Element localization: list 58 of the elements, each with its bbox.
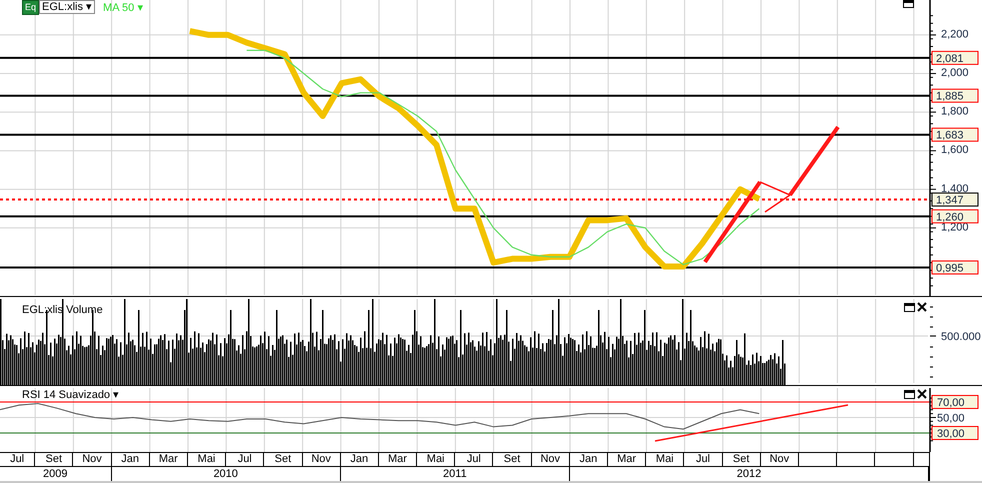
- symbol-badge: Eq: [22, 0, 40, 14]
- axis-label: 2,200: [941, 28, 969, 40]
- ref-line-label: 1,260: [936, 211, 964, 224]
- price-label: 1,260: [932, 209, 978, 224]
- month-label: Jan: [121, 453, 140, 465]
- month-label: Nov: [770, 453, 790, 465]
- month-label: Mar: [388, 453, 407, 465]
- month-label: Mai: [198, 453, 216, 465]
- close-icon[interactable]: [917, 302, 927, 312]
- rsi-label: 30,00: [932, 426, 978, 440]
- month-label: Set: [46, 453, 62, 465]
- y-tick-label: 30,00: [937, 428, 965, 440]
- maximize-icon[interactable]: [904, 303, 915, 312]
- year-label: 2012: [736, 468, 762, 480]
- month-label: Jul: [466, 453, 481, 465]
- month-label: Set: [274, 453, 292, 465]
- price-label: 1,683: [932, 128, 978, 142]
- month-label: Mai: [656, 453, 674, 465]
- close-icon[interactable]: [917, 389, 927, 399]
- month-label: Jan: [580, 453, 598, 465]
- ref-line-label: 0,995: [936, 262, 964, 274]
- ref-line-label: 1,347: [936, 194, 964, 207]
- month-label: Mai: [426, 453, 445, 465]
- axis-label: 1,400: [941, 182, 969, 195]
- symbol-dropdown[interactable]: EGL:xlis ▾: [39, 0, 96, 14]
- price-label: 1,347: [932, 192, 978, 207]
- month-label: Mar: [158, 453, 178, 465]
- axis-label: 2,000: [941, 67, 969, 80]
- year-label: 2010: [213, 468, 238, 480]
- axis-label: 50,00: [937, 412, 965, 424]
- month-label: Jan: [350, 453, 368, 465]
- price-label: 0,995: [932, 260, 978, 274]
- maximize-icon[interactable]: [903, 0, 914, 8]
- panel-title: EGL:xlis Volume: [22, 304, 103, 316]
- month-label: Jul: [696, 453, 710, 465]
- month-label: Nov: [82, 453, 102, 465]
- axis-label: 1,200: [941, 221, 969, 234]
- maximize-icon[interactable]: [904, 390, 915, 399]
- month-label: Jul: [238, 453, 252, 465]
- axis-label: 1,600: [941, 144, 969, 156]
- ref-line-label: 2,081: [936, 52, 964, 65]
- year-label: 2011: [443, 468, 467, 480]
- price-label: 1,885: [932, 88, 978, 103]
- year-label: 2009: [43, 468, 68, 480]
- month-label: Set: [504, 453, 520, 465]
- panel-title: RSI 14 Suavizado ▾: [22, 389, 120, 401]
- month-label: Nov: [540, 453, 560, 465]
- y-tick-label: 70,00: [937, 396, 965, 409]
- price-label: 2,081: [932, 50, 978, 65]
- month-label: Jul: [10, 453, 24, 465]
- month-label: Set: [732, 453, 750, 465]
- rsi-label: 70,00: [932, 394, 978, 409]
- month-label: Nov: [311, 453, 331, 465]
- ref-line-label: 1,683: [936, 130, 964, 142]
- axis-label: 500.000: [941, 331, 981, 343]
- ref-line-label: 1,885: [936, 90, 964, 103]
- axis-label: 1,800: [941, 106, 969, 118]
- month-label: Mar: [617, 453, 636, 465]
